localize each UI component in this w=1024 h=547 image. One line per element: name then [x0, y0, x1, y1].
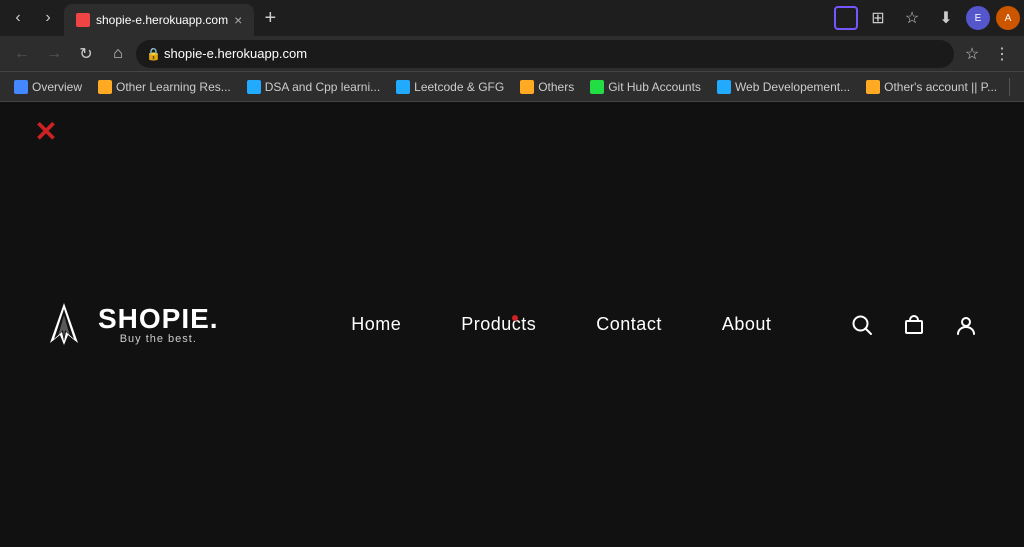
browser-chrome: ‹ › shopie-e.herokuapp.com × + ⊞ ☆ ⬇ E A… — [0, 0, 1024, 102]
logo-svg-icon — [40, 301, 88, 349]
bookmark-others2-label: Other's account || P... — [884, 80, 997, 94]
tab-close-btn[interactable]: × — [234, 12, 242, 28]
bookmark-others-icon — [520, 80, 534, 94]
account-icon — [955, 314, 977, 336]
cart-button[interactable] — [896, 307, 932, 343]
bookmark-leetcode-icon — [396, 80, 410, 94]
bookmark-btn[interactable]: ☆ — [898, 4, 926, 32]
bookmark-github[interactable]: Git Hub Accounts — [584, 78, 707, 96]
logo-area: SHOPIE. Buy the best. — [40, 301, 219, 349]
tab-forward-btn[interactable]: › — [34, 4, 62, 32]
tab-back-btn[interactable]: ‹ — [4, 4, 32, 32]
logo-title: SHOPIE. — [98, 305, 219, 333]
logo-subtitle: Buy the best. — [98, 333, 219, 345]
bookmark-overview-icon — [14, 80, 28, 94]
bookmark-others2[interactable]: Other's account || P... — [860, 78, 1003, 96]
home-button[interactable]: ⌂ — [104, 40, 132, 68]
bookmark-dsa-label: DSA and Cpp learni... — [265, 80, 380, 94]
bookmark-others2-icon — [866, 80, 880, 94]
active-tab[interactable]: shopie-e.herokuapp.com × — [64, 4, 254, 36]
nav-links: Home Products Contact About — [279, 314, 844, 335]
addr-right-buttons: ☆ ⋮ — [958, 40, 1016, 68]
navbar: SHOPIE. Buy the best. Home Products Cont… — [0, 301, 1024, 349]
bookmark-star-btn[interactable]: ☆ — [958, 40, 986, 68]
downloads-btn[interactable]: ⬇ — [932, 4, 960, 32]
close-icon: ✕ — [34, 118, 57, 146]
bookmark-github-label: Git Hub Accounts — [608, 80, 701, 94]
logo-text-area: SHOPIE. Buy the best. — [98, 305, 219, 345]
bookmark-overview[interactable]: Overview — [8, 78, 88, 96]
bookmark-other-lr[interactable]: Other Learning Res... — [92, 78, 237, 96]
bookmark-other-lr-icon — [98, 80, 112, 94]
nav-products-link[interactable]: Products — [461, 314, 536, 335]
bookmark-webdev-icon — [717, 80, 731, 94]
bookmark-webdev[interactable]: Web Developement... — [711, 78, 856, 96]
forward-button[interactable]: → — [40, 40, 68, 68]
bookmark-dsa-icon — [247, 80, 261, 94]
bookmark-other-lr-label: Other Learning Res... — [116, 80, 231, 94]
bookmark-overview-label: Overview — [32, 80, 82, 94]
red-dot — [512, 315, 518, 321]
new-tab-btn[interactable]: + — [256, 4, 284, 32]
bookmark-more[interactable]: Other bookmarks — [1016, 72, 1024, 102]
tab-title: shopie-e.herokuapp.com — [96, 13, 228, 27]
bookmark-github-icon — [590, 80, 604, 94]
lock-icon: 🔒 — [146, 47, 161, 61]
extensions-btn[interactable]: ⊞ — [864, 4, 892, 32]
account-button[interactable] — [948, 307, 984, 343]
close-button[interactable]: ✕ — [30, 116, 62, 148]
bookmarks-bar: Overview Other Learning Res... DSA and C… — [0, 72, 1024, 102]
nav-about-link[interactable]: About — [722, 314, 772, 335]
cart-icon — [903, 314, 925, 336]
browser-ext-icon1[interactable] — [834, 6, 858, 30]
back-button[interactable]: ← — [8, 40, 36, 68]
bookmark-others-label: Others — [538, 80, 574, 94]
nav-contact-link[interactable]: Contact — [596, 314, 662, 335]
bookmark-leetcode-label: Leetcode & GFG — [414, 80, 504, 94]
address-bar: ← → ↻ ⌂ 🔒 ☆ ⋮ — [0, 36, 1024, 72]
search-icon — [851, 314, 873, 336]
url-input[interactable] — [136, 40, 954, 68]
page-content: ✕ SHOPIE. Buy the best. Home Products Co… — [0, 102, 1024, 547]
extension-icon[interactable]: E — [966, 6, 990, 30]
profile-icon[interactable]: A — [996, 6, 1020, 30]
nav-home-link[interactable]: Home — [351, 314, 401, 335]
bookmarks-separator — [1009, 78, 1010, 96]
browser-menu-btn[interactable]: ⋮ — [988, 40, 1016, 68]
search-button[interactable] — [844, 307, 880, 343]
bookmark-dsa[interactable]: DSA and Cpp learni... — [241, 78, 386, 96]
tab-bar: ‹ › shopie-e.herokuapp.com × + ⊞ ☆ ⬇ E A — [0, 0, 1024, 36]
url-bar-wrapper: 🔒 — [136, 40, 954, 68]
bookmark-webdev-label: Web Developement... — [735, 80, 850, 94]
bookmark-leetcode[interactable]: Leetcode & GFG — [390, 78, 510, 96]
tab-favicon — [76, 13, 90, 27]
nav-icons — [844, 307, 984, 343]
refresh-button[interactable]: ↻ — [72, 40, 100, 68]
bookmark-others[interactable]: Others — [514, 78, 580, 96]
